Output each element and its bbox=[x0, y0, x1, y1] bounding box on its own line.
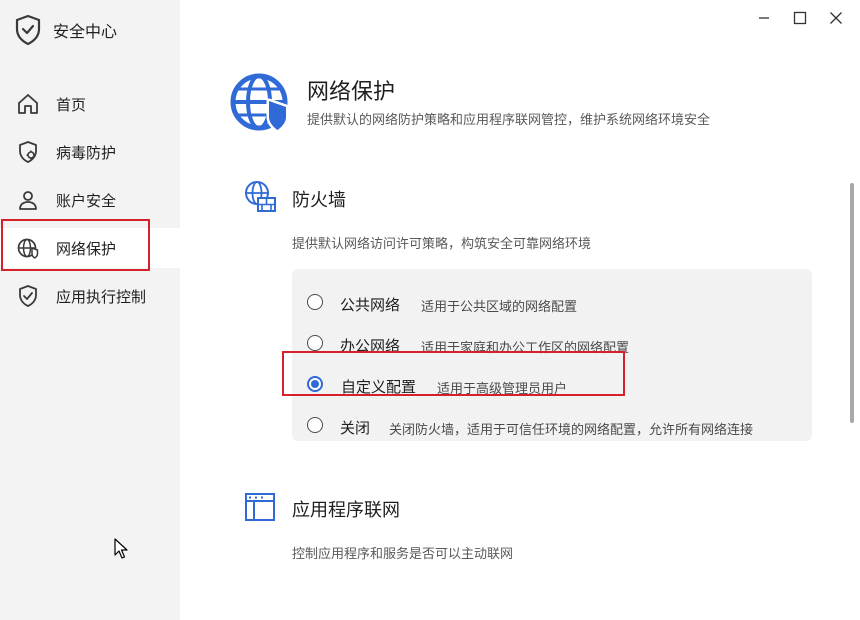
scrollbar-thumb[interactable] bbox=[850, 183, 854, 423]
home-icon bbox=[18, 94, 38, 114]
minimize-icon[interactable] bbox=[754, 8, 774, 28]
option-description: 适用于公共区域的网络配置 bbox=[421, 300, 578, 315]
sidebar-item-label: 账户安全 bbox=[56, 192, 117, 210]
sidebar-item-account-security[interactable]: 账户安全 bbox=[0, 180, 180, 220]
sidebar-item-label: 网络保护 bbox=[56, 240, 117, 258]
sidebar-item-label: 病毒防护 bbox=[56, 144, 117, 162]
security-center-window: 安全中心 首页 病毒防护 账户安全 网络保护 应用执行控制 网络保护 提供默认的… bbox=[0, 0, 860, 620]
sidebar-item-virus-protection[interactable]: 病毒防护 bbox=[0, 132, 180, 172]
user-icon bbox=[19, 191, 37, 210]
mouse-cursor-icon bbox=[114, 538, 128, 559]
shield-logo-icon bbox=[15, 14, 41, 46]
sidebar-item-home[interactable]: 首页 bbox=[0, 84, 180, 124]
option-label: 公共网络 bbox=[340, 296, 401, 314]
option-description: 适用于家庭和办公工作区的网络配置 bbox=[421, 341, 630, 356]
network-globe-shield-icon bbox=[17, 238, 39, 259]
shield-check-icon bbox=[19, 285, 37, 307]
sidebar: 安全中心 首页 病毒防护 账户安全 网络保护 应用执行控制 bbox=[0, 0, 180, 620]
radio-button[interactable] bbox=[307, 417, 323, 433]
radio-button[interactable] bbox=[307, 294, 323, 310]
firewall-description: 提供默认网络访问许可策略，构筑安全可靠网络环境 bbox=[292, 237, 592, 252]
firewall-option-custom-config[interactable]: 自定义配置 适用于高级管理员用户 bbox=[292, 358, 812, 398]
app-network-title: 应用程序联网 bbox=[292, 500, 400, 521]
page-title: 网络保护 bbox=[307, 80, 396, 105]
option-label: 关闭 bbox=[340, 419, 371, 437]
firewall-options-panel: 公共网络 适用于公共区域的网络配置 办公网络 适用于家庭和办公工作区的网络配置 … bbox=[292, 269, 812, 441]
firewall-option-office-network[interactable]: 办公网络 适用于家庭和办公工作区的网络配置 bbox=[292, 317, 812, 357]
option-label: 办公网络 bbox=[340, 337, 401, 355]
radio-button-selected[interactable] bbox=[307, 376, 323, 392]
globe-shield-icon bbox=[230, 73, 289, 133]
shield-virus-icon bbox=[19, 141, 37, 163]
app-title: 安全中心 bbox=[53, 22, 118, 41]
app-network-description: 控制应用程序和服务是否可以主动联网 bbox=[292, 547, 514, 562]
firewall-option-off[interactable]: 关闭 关闭防火墙，适用于可信任环境的网络配置，允许所有网络连接 bbox=[292, 399, 812, 439]
close-icon[interactable] bbox=[826, 8, 846, 28]
sidebar-item-label: 应用执行控制 bbox=[56, 288, 147, 306]
option-label: 自定义配置 bbox=[341, 378, 417, 396]
firewall-title: 防火墙 bbox=[292, 190, 346, 211]
app-header: 安全中心 bbox=[14, 14, 117, 46]
sidebar-item-network-protection[interactable]: 网络保护 bbox=[0, 228, 180, 268]
firewall-option-public-network[interactable]: 公共网络 适用于公共区域的网络配置 bbox=[292, 276, 812, 316]
globe-firewall-icon bbox=[245, 181, 276, 212]
sidebar-item-label: 首页 bbox=[56, 96, 87, 114]
radio-button[interactable] bbox=[307, 335, 323, 351]
sidebar-item-app-execution-control[interactable]: 应用执行控制 bbox=[0, 276, 180, 316]
app-window-icon bbox=[245, 493, 275, 521]
page-subtitle: 提供默认的网络防护策略和应用程序联网管控，维护系统网络环境安全 bbox=[307, 113, 711, 128]
option-description: 关闭防火墙，适用于可信任环境的网络配置，允许所有网络连接 bbox=[389, 423, 754, 438]
maximize-icon[interactable] bbox=[790, 8, 810, 28]
option-description: 适用于高级管理员用户 bbox=[437, 382, 568, 397]
